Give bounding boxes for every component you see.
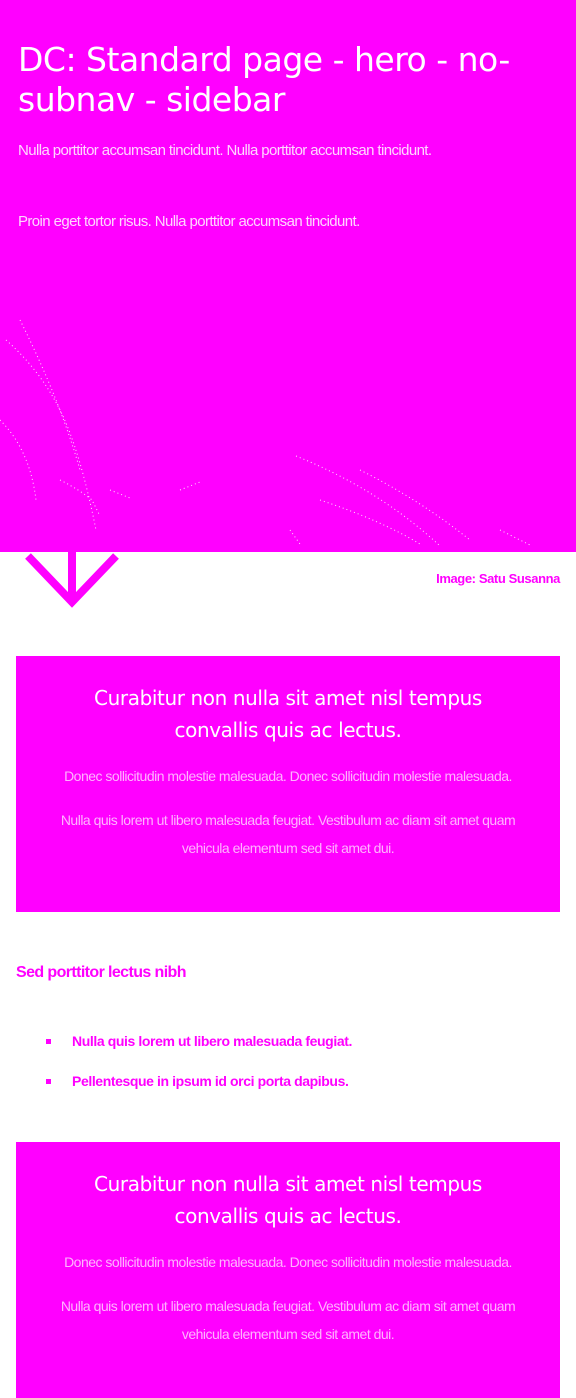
section-heading: Sed porttitor lectus nibh: [16, 964, 187, 981]
hero-banner: DC: Standard page - hero - no-subnav - s…: [0, 0, 576, 552]
chevron-down-icon[interactable]: [24, 552, 120, 610]
callout-box: Curabitur non nulla sit amet nisl tempus…: [16, 656, 560, 912]
callout-paragraph: Donec sollicitudin molestie malesuada. D…: [64, 768, 512, 784]
list-item-text: Nulla quis lorem ut libero malesuada feu…: [72, 1033, 352, 1049]
bullet-icon: [46, 1039, 51, 1044]
bullet-list: Nulla quis lorem ut libero malesuada feu…: [16, 1028, 352, 1108]
hero-intro-paragraph: Proin eget tortor risus. Nulla porttitor…: [18, 213, 360, 230]
callout-box: Curabitur non nulla sit amet nisl tempus…: [16, 1142, 560, 1398]
callout-paragraph: Donec sollicitudin molestie malesuada. D…: [64, 1254, 512, 1270]
list-item-text: Pellentesque in ipsum id orci porta dapi…: [72, 1073, 349, 1089]
bullet-icon: [46, 1079, 51, 1084]
hero-image: [0, 319, 533, 547]
image-credit: Image: Satu Susanna: [436, 571, 560, 586]
callout-title: Curabitur non nulla sit amet nisl tempus…: [94, 686, 482, 742]
list-item: Nulla quis lorem ut libero malesuada feu…: [16, 1028, 352, 1068]
callout-title: Curabitur non nulla sit amet nisl tempus…: [94, 1172, 482, 1228]
callout-paragraph: Nulla quis lorem ut libero malesuada feu…: [60, 812, 516, 856]
callout-paragraph: Nulla quis lorem ut libero malesuada feu…: [60, 1298, 516, 1342]
page-title: DC: Standard page - hero - no-subnav - s…: [18, 40, 510, 119]
hero-intro-paragraph: Nulla porttitor accumsan tincidunt. Null…: [18, 142, 432, 159]
list-item: Pellentesque in ipsum id orci porta dapi…: [16, 1068, 352, 1108]
